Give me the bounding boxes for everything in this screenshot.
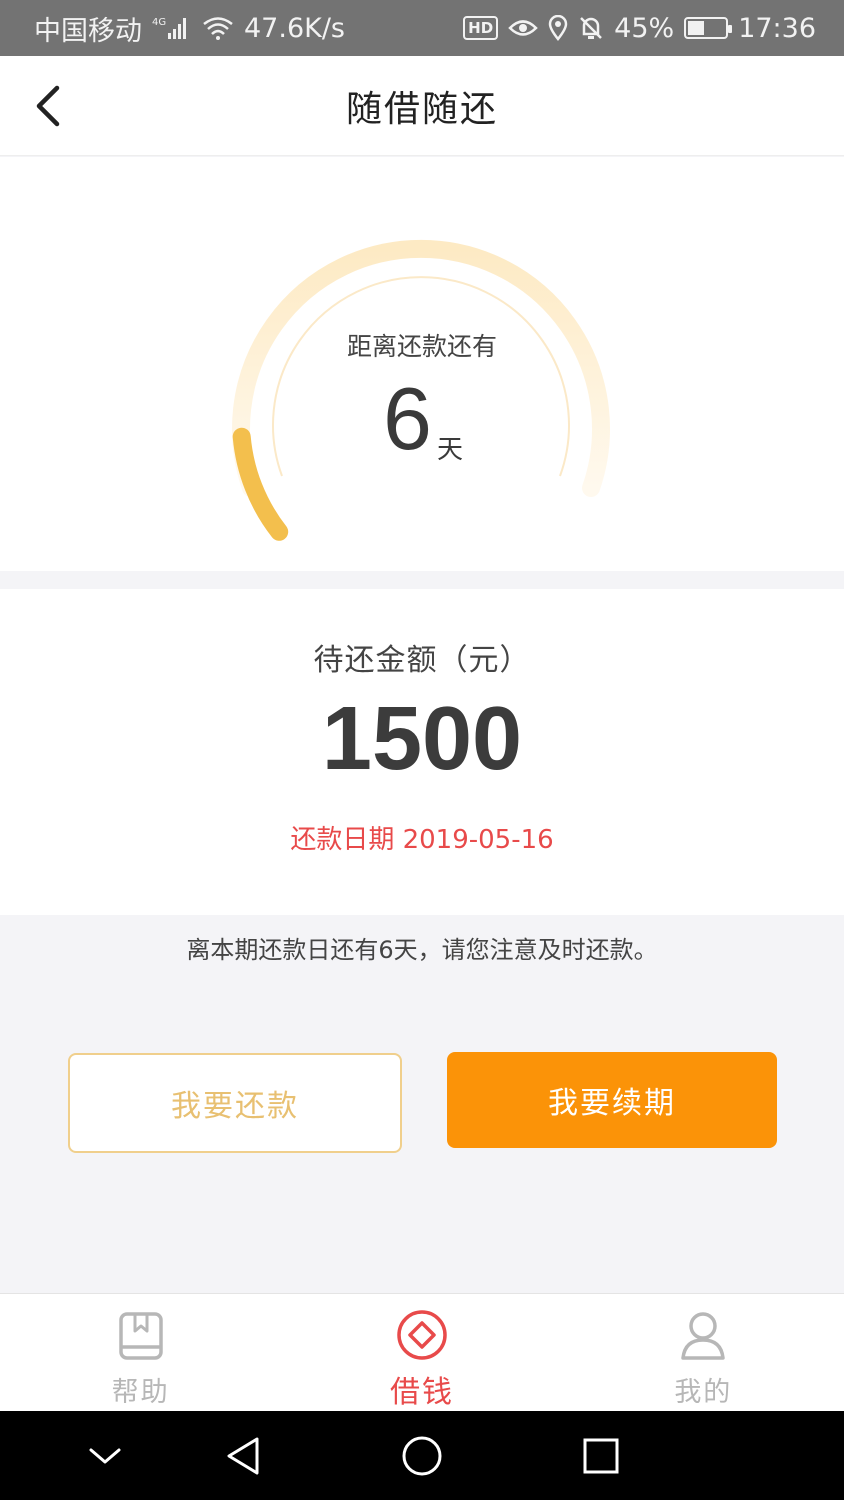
triangle-back-icon	[227, 1437, 259, 1474]
system-home-button[interactable]	[398, 1411, 446, 1500]
status-left: 中国移动 4G 47.6K/s	[34, 9, 345, 48]
bottom-nav: 帮助 借钱 我的	[0, 1293, 844, 1411]
back-button[interactable]	[26, 82, 70, 130]
gauge-progress	[232, 427, 289, 541]
svg-text:4G: 4G	[152, 17, 166, 28]
location-icon	[548, 15, 568, 41]
system-nav-bar	[0, 1411, 844, 1500]
book-icon	[115, 1308, 167, 1364]
countdown-unit: 天	[437, 435, 464, 465]
diamond-circle-icon	[396, 1308, 448, 1361]
nav-item-mine[interactable]: 我的	[563, 1294, 844, 1411]
person-icon	[677, 1308, 729, 1364]
nav-label-help: 帮助	[111, 1377, 170, 1408]
amount-card: 待还金额（元） 1500 还款日期 2019-05-16	[0, 589, 844, 915]
chevron-down-icon	[89, 1448, 121, 1463]
countdown-card: 距离还款还有 6 天	[0, 157, 844, 571]
page-title: 随借随还	[345, 88, 498, 130]
amount-label: 待还金额（元）	[313, 643, 531, 678]
repay-button[interactable]: 我要还款	[68, 1053, 402, 1153]
renew-button[interactable]: 我要续期	[447, 1052, 777, 1148]
bell-off-icon	[578, 15, 604, 41]
system-recents-button[interactable]	[578, 1411, 624, 1500]
due-date: 还款日期 2019-05-16	[290, 825, 554, 855]
countdown-label: 距离还款还有	[346, 332, 497, 361]
app-header: 随借随还	[0, 56, 844, 156]
signal-icon: 4G	[152, 15, 192, 41]
nav-item-borrow[interactable]: 借钱	[281, 1294, 562, 1411]
network-speed: 47.6K/s	[244, 12, 345, 44]
battery-icon	[684, 17, 733, 39]
nav-label-mine: 我的	[674, 1377, 733, 1408]
clock: 17:36	[738, 12, 816, 44]
battery-percent: 45%	[614, 12, 675, 44]
carrier-name: 中国移动	[34, 15, 142, 47]
nav-label-borrow: 借钱	[389, 1375, 454, 1410]
system-back-button[interactable]	[218, 1411, 268, 1500]
eye-icon	[508, 17, 538, 39]
nav-item-help[interactable]: 帮助	[0, 1294, 281, 1411]
hide-keyboard-button[interactable]	[80, 1411, 130, 1500]
status-bar: 中国移动 4G 47.6K/s HD 45% 17:36	[0, 0, 844, 56]
chevron-left-icon	[36, 85, 60, 127]
status-right: HD 45% 17:36	[463, 13, 816, 44]
countdown-days: 6	[383, 369, 432, 468]
countdown-gauge	[232, 239, 610, 541]
wifi-icon	[202, 15, 234, 41]
square-recents-icon	[583, 1438, 619, 1473]
circle-home-icon	[402, 1436, 442, 1475]
amount-value: 1500	[321, 689, 523, 789]
hd-badge: HD	[463, 16, 499, 40]
repayment-notice: 离本期还款日还有6天，请您注意及时还款。	[186, 936, 658, 964]
